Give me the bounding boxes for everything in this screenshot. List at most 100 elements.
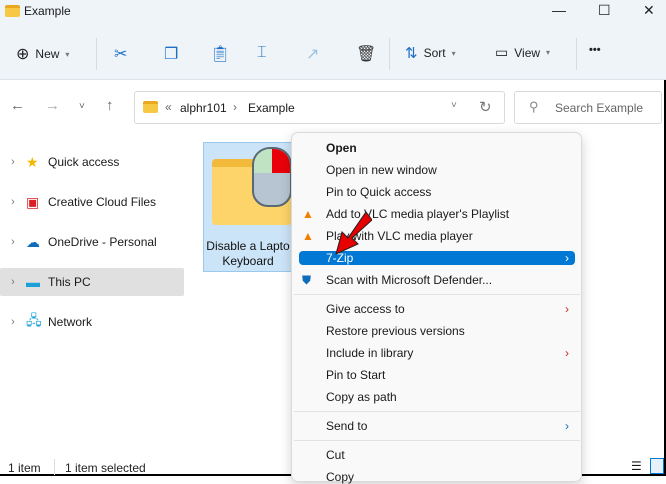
delete-button[interactable]: 🗑︎ <box>356 44 376 64</box>
file-item[interactable]: Disable a Lapto Keyboard <box>203 142 293 272</box>
forward-button[interactable]: → <box>45 97 60 114</box>
status-selected-count: 1 item selected <box>65 461 146 475</box>
overflow-crumbs[interactable]: « <box>165 100 172 114</box>
folder-icon <box>143 101 158 113</box>
mouse-icon <box>252 147 292 207</box>
sidebar-item-onedrive[interactable]: › ☁ OneDrive - Personal <box>0 228 184 256</box>
back-button[interactable]: ← <box>10 97 25 114</box>
context-menu: Open Open in new window Pin to Quick acc… <box>291 132 582 484</box>
sort-label: Sort <box>423 46 446 60</box>
menu-item-open[interactable]: Open <box>299 141 575 155</box>
sidebar-item-creative-cloud[interactable]: › ▣ Creative Cloud Files <box>0 188 184 216</box>
sidebar-item-label: OneDrive - Personal <box>48 235 157 249</box>
recent-locations-button[interactable]: ˅ <box>79 101 85 112</box>
tiles-view-button[interactable] <box>650 458 664 474</box>
chevron-right-icon: › <box>565 251 569 265</box>
star-icon: ★ <box>26 153 39 170</box>
sidebar-item-label: Creative Cloud Files <box>48 195 157 209</box>
menu-item-copy-path[interactable]: Copy as path <box>299 390 575 404</box>
window-title: Example <box>24 4 71 18</box>
chevron-right-icon[interactable]: › <box>0 196 26 208</box>
search-icon: ⚲ <box>529 99 539 114</box>
menu-item-pin-start[interactable]: Pin to Start <box>299 368 575 382</box>
chevron-right-icon[interactable]: › <box>0 236 26 248</box>
breadcrumb-separator: › <box>233 100 237 114</box>
chevron-right-icon[interactable]: › <box>0 276 26 288</box>
monitor-icon: ▬ <box>26 274 40 290</box>
refresh-icon[interactable]: ↻ <box>479 98 492 116</box>
sidebar-item-label: Network <box>48 315 93 329</box>
chevron-right-icon[interactable]: › <box>0 316 26 328</box>
breadcrumb-alphr101[interactable]: alphr101 <box>180 101 227 115</box>
menu-separator <box>294 440 580 441</box>
breadcrumb-example[interactable]: Example <box>248 101 295 115</box>
menu-separator <box>294 411 580 412</box>
new-button[interactable]: ⊕ New ▾ <box>16 44 69 64</box>
minimize-button[interactable]: — <box>552 2 566 18</box>
red-arrow-annotation <box>335 211 372 255</box>
rename-icon: ⌶ <box>257 44 267 61</box>
sort-button[interactable]: ⇅ Sort ▾ <box>405 44 456 62</box>
sidebar-item-quick-access[interactable]: › ★ Quick access <box>0 148 184 176</box>
chevron-right-icon: › <box>565 302 569 316</box>
plus-circle-icon: ⊕ <box>16 46 30 63</box>
share-icon: ↗ <box>306 46 320 63</box>
network-icon: 🖧︎ <box>26 312 42 328</box>
trash-icon: 🗑︎ <box>356 46 377 63</box>
chevron-right-icon[interactable]: › <box>0 156 26 168</box>
paste-button[interactable]: 📋︎ <box>210 44 230 64</box>
search-box[interactable]: ⚲ Search Example <box>514 91 662 124</box>
menu-item-include-library[interactable]: Include in library › <box>299 346 575 360</box>
menu-separator <box>294 294 580 295</box>
file-name: Disable a Lapto Keyboard <box>206 239 290 268</box>
address-bar[interactable]: « alphr101 › Example ˅ ↻ <box>134 91 505 124</box>
share-button[interactable]: ↗ <box>306 44 319 64</box>
sidebar-item-this-pc[interactable]: › ▬ This PC <box>0 268 184 296</box>
menu-item-cut[interactable]: Cut <box>299 448 575 462</box>
menu-item-restore-versions[interactable]: Restore previous versions <box>299 324 575 338</box>
status-divider <box>54 459 55 475</box>
close-button[interactable]: ✕ <box>643 2 655 19</box>
copy-icon: ❐ <box>164 46 179 63</box>
divider <box>389 38 390 70</box>
maximize-button[interactable]: ☐ <box>598 2 611 19</box>
divider <box>96 38 97 70</box>
view-button[interactable]: ▭ View ▾ <box>495 44 550 61</box>
more-options-button[interactable]: ••• <box>589 44 601 56</box>
new-label: New <box>35 47 60 61</box>
search-input[interactable]: Search Example <box>555 101 643 115</box>
copy-button[interactable]: ❐ <box>164 44 178 64</box>
clipboard-icon: 📋︎ <box>210 46 231 63</box>
shield-icon: ⛊ <box>302 272 312 287</box>
monitor-icon: ▭ <box>495 44 509 60</box>
cloud-icon: ☁ <box>26 233 40 250</box>
creative-cloud-icon: ▣ <box>26 193 40 210</box>
menu-item-give-access[interactable]: Give access to › <box>299 302 575 316</box>
chevron-right-icon: › <box>565 346 569 360</box>
sort-arrows-icon: ⇅ <box>405 45 418 62</box>
vlc-icon: ▲ <box>302 207 314 221</box>
sidebar-item-label: Quick access <box>48 155 120 169</box>
chevron-down-icon: ▾ <box>546 48 551 57</box>
title-toolbar-area <box>0 0 666 80</box>
address-history-chevron-icon[interactable]: ˅ <box>451 100 457 111</box>
menu-item-open-new-window[interactable]: Open in new window <box>299 163 575 177</box>
status-item-count: 1 item <box>8 461 41 475</box>
chevron-down-icon: ▾ <box>451 48 456 58</box>
scissors-icon: ✂ <box>114 46 128 63</box>
cut-button[interactable]: ✂ <box>114 44 127 64</box>
view-label: View <box>514 45 541 60</box>
chevron-down-icon: ▾ <box>65 49 70 59</box>
sidebar-item-network[interactable]: › 🖧︎ Network <box>0 308 184 336</box>
divider <box>576 38 577 70</box>
menu-item-copy[interactable]: Copy <box>299 470 575 484</box>
menu-item-send-to[interactable]: Send to › <box>299 419 575 433</box>
folder-icon <box>5 5 20 17</box>
menu-item-defender-scan[interactable]: ⛊ Scan with Microsoft Defender... <box>299 272 575 288</box>
up-button[interactable]: ↑ <box>106 97 114 114</box>
details-view-button[interactable]: ☰ <box>631 459 642 473</box>
chevron-right-icon: › <box>565 419 569 433</box>
menu-item-pin-quick-access[interactable]: Pin to Quick access <box>299 185 575 199</box>
rename-button[interactable]: ⌶ <box>257 44 267 62</box>
vlc-icon: ▲ <box>302 229 314 243</box>
